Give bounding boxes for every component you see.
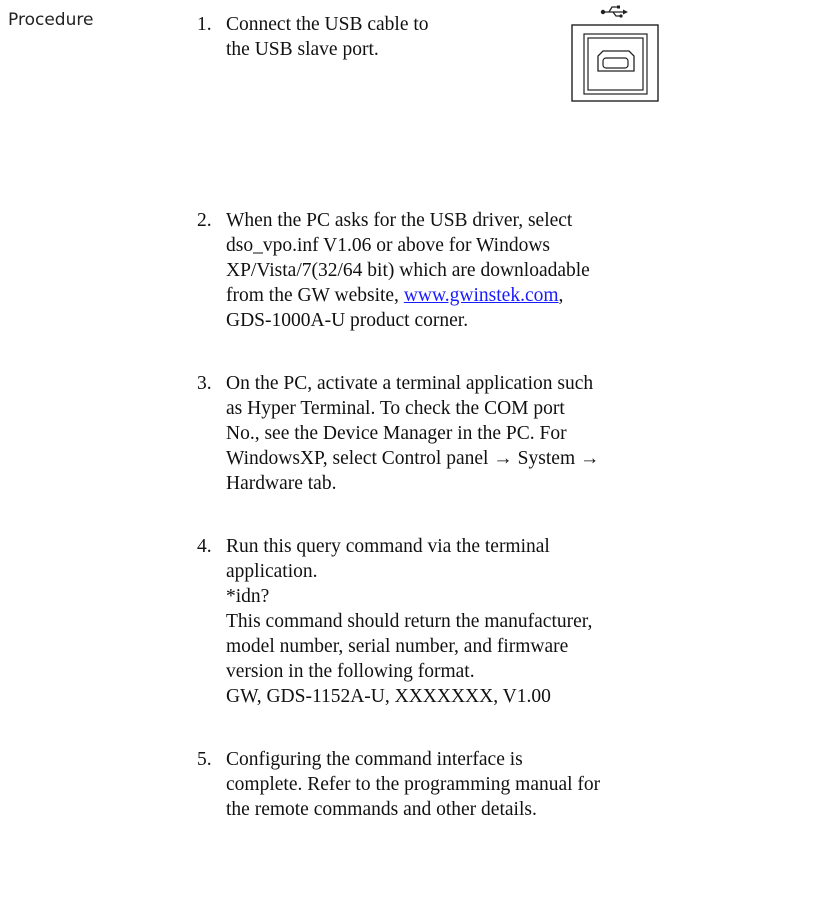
link-suffix-text: , [558,285,564,306]
step-text-line: WindowsXP, select Control panel → System… [226,448,600,469]
step-text-line: the USB slave port. [226,39,379,60]
step-text-line: XP/Vista/7(32/64 bit) which are download… [226,260,590,281]
step-text-line-with-link: from the GW website, www.gwinstek.com, [226,283,590,308]
usb-type-b-port-icon [571,24,659,102]
section-label-procedure: Procedure [8,10,94,30]
response-format-text: GW, GDS-1152A-U, XXXXXXX, V1.00 [226,686,551,707]
step-text-line: complete. Refer to the programming manua… [226,774,601,795]
step-3: 3. On the PC, activate a terminal applic… [197,371,599,496]
step-number: 4. [197,536,212,557]
step-text-line: Configuring the command interface is [226,749,523,770]
step-number: 5. [197,749,212,770]
step-text-line: This command should return the manufactu… [226,611,593,632]
step-text-line: the remote commands and other details. [226,799,537,820]
step-text-line: application. [226,561,318,582]
step-text-line: Hardware tab. [226,473,337,494]
step-1: 1. Connect the USB cable to the USB slav… [197,12,429,62]
gwinstek-website-link[interactable]: www.gwinstek.com [404,285,559,306]
step-4: 4. Run this query command via the termin… [197,534,592,709]
step-text-line: dso_vpo.inf V1.06 or above for Windows [226,235,551,256]
step-text-line: On the PC, activate a terminal applicati… [226,373,594,394]
step-2: 2. When the PC asks for the USB driver, … [197,208,590,333]
usb-port-figure [571,5,659,102]
step-number: 1. [197,14,212,35]
step-5: 5. Configuring the command interface is … [197,747,600,822]
step-number: 3. [197,373,212,394]
step-text-line: Run this query command via the terminal [226,536,550,557]
usb-symbol-icon [600,5,628,18]
step-text-line: model number, serial number, and firmwar… [226,636,569,657]
step-number: 2. [197,210,212,231]
step-text-line: Connect the USB cable to [226,14,429,35]
step-text-line: No., see the Device Manager in the PC. F… [226,423,567,444]
query-command-text: *idn? [226,586,270,607]
step-text-line: GDS-1000A-U product corner. [226,310,469,331]
step-text-line: When the PC asks for the USB driver, sel… [226,210,573,231]
step-text-line: version in the following format. [226,661,475,682]
step-text-line: as Hyper Terminal. To check the COM port [226,398,565,419]
link-prefix-text: from the GW website, [226,285,404,306]
